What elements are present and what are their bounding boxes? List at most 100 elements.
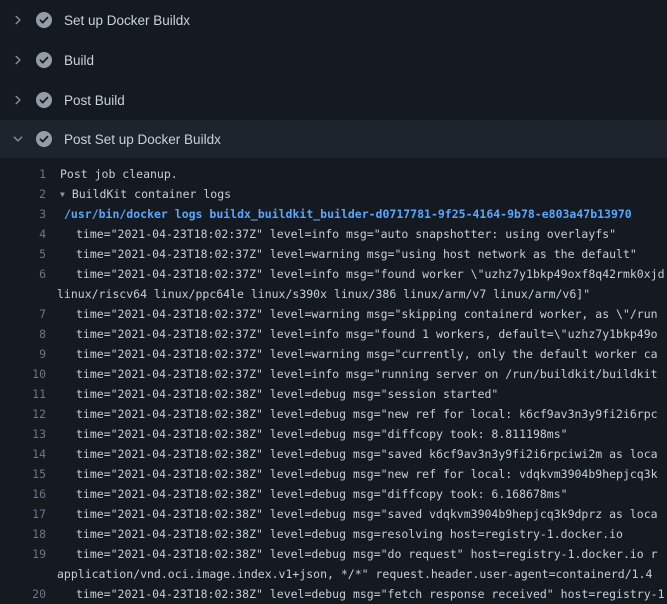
log-line: 11 ▼time="2021-04-23T18:02:38Z" level=de…: [0, 384, 667, 404]
chevron-down-icon: [12, 133, 24, 145]
line-number[interactable]: [0, 284, 46, 304]
line-number[interactable]: 13: [0, 424, 46, 444]
log-line: 7 ▼time="2021-04-23T18:02:37Z" level=war…: [0, 304, 667, 324]
chevron-right-icon: [12, 94, 24, 106]
line-number[interactable]: 14: [0, 444, 46, 464]
log-line: 15 ▼time="2021-04-23T18:02:38Z" level=de…: [0, 464, 667, 484]
group-toggle-icon[interactable]: ▼: [60, 190, 65, 199]
line-text-body: time="2021-04-23T18:02:37Z" level=info m…: [76, 327, 658, 341]
step-header-setup-docker-buildx[interactable]: Set up Docker Buildx: [0, 0, 667, 40]
line-text: ▼time="2021-04-23T18:02:38Z" level=debug…: [76, 504, 658, 524]
log-line: 12 ▼time="2021-04-23T18:02:38Z" level=de…: [0, 404, 667, 424]
step-header-post-setup-docker-buildx[interactable]: Post Set up Docker Buildx: [0, 120, 667, 158]
line-text: ▼time="2021-04-23T18:02:38Z" level=debug…: [76, 384, 498, 404]
line-text-body: time="2021-04-23T18:02:38Z" level=debug …: [76, 487, 568, 501]
line-number[interactable]: 3: [0, 204, 46, 224]
line-text-body: time="2021-04-23T18:02:38Z" level=debug …: [76, 407, 658, 421]
line-text-body: time="2021-04-23T18:02:37Z" level=warnin…: [76, 247, 637, 261]
line-text-body: BuildKit container logs: [72, 187, 231, 201]
step-header-build[interactable]: Build: [0, 40, 667, 80]
log-line: 5 ▼time="2021-04-23T18:02:37Z" level=war…: [0, 244, 667, 264]
line-number[interactable]: 2: [0, 184, 46, 204]
line-number[interactable]: 19: [0, 544, 46, 564]
log-line: 18 ▼time="2021-04-23T18:02:38Z" level=de…: [0, 524, 667, 544]
log-line: 17 ▼time="2021-04-23T18:02:38Z" level=de…: [0, 504, 667, 524]
line-text: ▼time="2021-04-23T18:02:38Z" level=debug…: [76, 524, 623, 544]
line-number[interactable]: 12: [0, 404, 46, 424]
line-text-body: linux/riscv64 linux/ppc64le linux/s390x …: [57, 287, 590, 301]
log-line: 6 ▼time="2021-04-23T18:02:37Z" level=inf…: [0, 264, 667, 284]
line-text: ▼time="2021-04-23T18:02:37Z" level=warni…: [76, 244, 637, 264]
check-circle-icon: [36, 52, 52, 68]
line-number[interactable]: 15: [0, 464, 46, 484]
line-text: ▼application/vnd.oci.image.index.v1+json…: [57, 564, 652, 584]
log-line: 20 ▼time="2021-04-23T18:02:38Z" level=de…: [0, 584, 667, 604]
line-number[interactable]: 5: [0, 244, 46, 264]
line-text: ▼time="2021-04-23T18:02:38Z" level=debug…: [76, 424, 568, 444]
log-rows: 1 ▼Post job cleanup. 2 ▼ BuildKit contain…: [0, 158, 667, 604]
line-text-body: time="2021-04-23T18:02:37Z" level=info m…: [76, 267, 665, 281]
line-number[interactable]: 9: [0, 344, 46, 364]
log-line: 9 ▼time="2021-04-23T18:02:37Z" level=war…: [0, 344, 667, 364]
line-number[interactable]: 11: [0, 384, 46, 404]
line-text: ▼ BuildKit container logs: [60, 184, 231, 204]
line-text-body: time="2021-04-23T18:02:37Z" level=warnin…: [76, 347, 658, 361]
check-circle-icon: [36, 12, 52, 28]
line-number[interactable]: 16: [0, 484, 46, 504]
step-label: Build: [64, 53, 94, 68]
log-line: 1 ▼Post job cleanup.: [0, 164, 667, 184]
log-line: 3 ▼/usr/bin/docker logs buildx_buildkit_…: [0, 204, 667, 224]
line-text-body: time="2021-04-23T18:02:38Z" level=debug …: [76, 447, 658, 461]
line-text: ▼/usr/bin/docker logs buildx_buildkit_bu…: [64, 204, 632, 224]
line-text-body: time="2021-04-23T18:02:38Z" level=debug …: [76, 527, 623, 541]
step-header-post-build[interactable]: Post Build: [0, 80, 667, 120]
check-circle-icon: [36, 92, 52, 108]
line-number[interactable]: 17: [0, 504, 46, 524]
log-line: 4 ▼time="2021-04-23T18:02:37Z" level=inf…: [0, 224, 667, 244]
line-text-body: /usr/bin/docker logs buildx_buildkit_bui…: [64, 207, 632, 221]
chevron-right-icon: [12, 14, 24, 26]
line-text-body: time="2021-04-23T18:02:37Z" level=warnin…: [76, 307, 658, 321]
line-number[interactable]: 6: [0, 264, 46, 284]
log-line: 8 ▼time="2021-04-23T18:02:37Z" level=inf…: [0, 324, 667, 344]
line-text: ▼time="2021-04-23T18:02:37Z" level=info …: [76, 264, 665, 284]
step-label: Post Set up Docker Buildx: [64, 132, 221, 147]
log-line: 19 ▼time="2021-04-23T18:02:38Z" level=de…: [0, 544, 667, 564]
line-text-body: time="2021-04-23T18:02:38Z" level=debug …: [76, 467, 658, 481]
line-number[interactable]: 8: [0, 324, 46, 344]
line-text-body: time="2021-04-23T18:02:37Z" level=info m…: [76, 367, 658, 381]
log-line: 2 ▼ BuildKit container logs: [0, 184, 667, 204]
line-text-body: Post job cleanup.: [60, 167, 178, 181]
step-label: Set up Docker Buildx: [64, 13, 190, 28]
line-text: ▼time="2021-04-23T18:02:37Z" level=info …: [76, 224, 616, 244]
steps-list: Set up Docker Buildx Build Post Build Po…: [0, 0, 667, 158]
line-number[interactable]: 7: [0, 304, 46, 324]
log-line: 13 ▼time="2021-04-23T18:02:38Z" level=de…: [0, 424, 667, 444]
line-text: ▼time="2021-04-23T18:02:38Z" level=debug…: [76, 404, 658, 424]
line-text: ▼time="2021-04-23T18:02:37Z" level=warni…: [76, 344, 658, 364]
line-text-body: time="2021-04-23T18:02:38Z" level=debug …: [76, 507, 658, 521]
step-label: Post Build: [64, 93, 125, 108]
line-text: ▼time="2021-04-23T18:02:38Z" level=debug…: [76, 484, 568, 504]
log-line: ▼linux/riscv64 linux/ppc64le linux/s390x…: [0, 284, 667, 304]
line-text: ▼time="2021-04-23T18:02:37Z" level=info …: [76, 324, 658, 344]
line-number[interactable]: [0, 564, 46, 584]
log-line: 16 ▼time="2021-04-23T18:02:38Z" level=de…: [0, 484, 667, 504]
line-text-body: time="2021-04-23T18:02:38Z" level=debug …: [76, 547, 658, 561]
line-number[interactable]: 18: [0, 524, 46, 544]
line-text: ▼time="2021-04-23T18:02:38Z" level=debug…: [76, 444, 658, 464]
line-text: ▼time="2021-04-23T18:02:38Z" level=debug…: [76, 544, 658, 564]
line-number[interactable]: 1: [0, 164, 46, 184]
line-text: ▼Post job cleanup.: [60, 164, 178, 184]
line-text-body: application/vnd.oci.image.index.v1+json,…: [57, 567, 652, 581]
log-line: 10 ▼time="2021-04-23T18:02:37Z" level=in…: [0, 364, 667, 384]
log-line: 14 ▼time="2021-04-23T18:02:38Z" level=de…: [0, 444, 667, 464]
line-number[interactable]: 10: [0, 364, 46, 384]
line-number[interactable]: 20: [0, 584, 46, 604]
line-text: ▼time="2021-04-23T18:02:38Z" level=debug…: [76, 464, 658, 484]
line-text: ▼time="2021-04-23T18:02:37Z" level=warni…: [76, 304, 658, 324]
line-text: ▼time="2021-04-23T18:02:38Z" level=debug…: [76, 584, 665, 604]
line-text-body: time="2021-04-23T18:02:38Z" level=debug …: [76, 427, 568, 441]
line-text: ▼linux/riscv64 linux/ppc64le linux/s390x…: [57, 284, 590, 304]
line-number[interactable]: 4: [0, 224, 46, 244]
